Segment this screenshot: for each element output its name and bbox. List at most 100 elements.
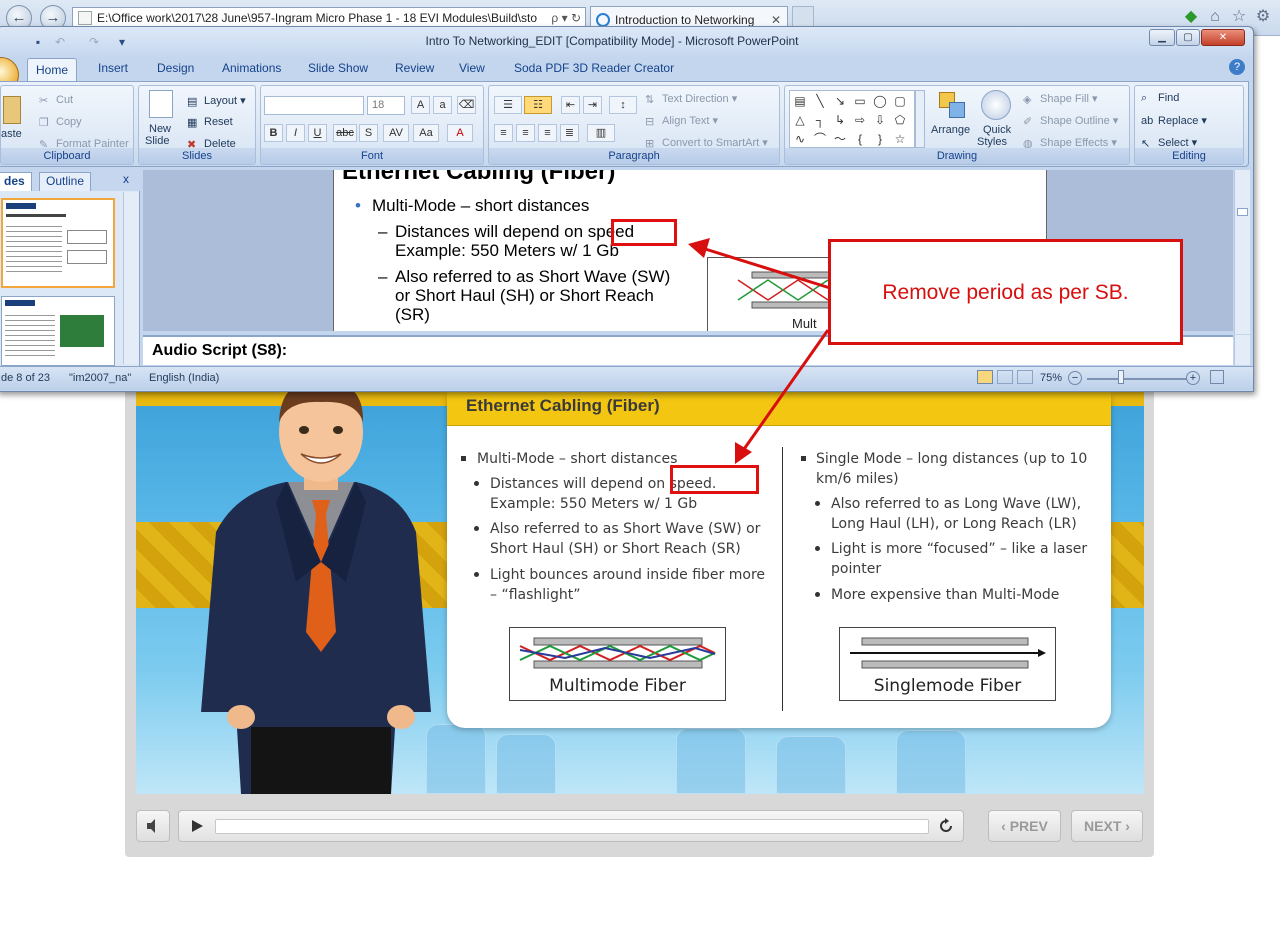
ppt-sub1-line1[interactable]: Distances will depend on speed [395, 222, 634, 241]
left-brace-icon[interactable]: { [852, 131, 868, 147]
home-icon[interactable]: ⌂ [1206, 8, 1224, 26]
shapes-gallery[interactable]: ▤ ╲ ↘ ▭ ◯ ▢ △ ┐ ↳ ⇨ ⇩ ⬠ ∿ ⌒ 〜 { } ☆ [789, 90, 915, 148]
new-slide-icon[interactable] [149, 90, 173, 118]
star-shape-icon[interactable]: ☆ [892, 131, 908, 147]
arrange-button[interactable]: Arrange [931, 124, 970, 136]
zoom-out-icon[interactable]: − [1068, 371, 1082, 385]
char-spacing-icon[interactable]: AV [383, 124, 409, 142]
new-slide-button-line2[interactable]: Slide [145, 135, 169, 147]
oval-shape-icon[interactable]: ◯ [872, 93, 888, 109]
clear-format-icon[interactable]: ⌫ [457, 96, 476, 114]
panel-scrollbar[interactable] [123, 192, 139, 364]
align-left-icon[interactable]: ≡ [494, 124, 513, 142]
close-panel-icon[interactable]: x [123, 172, 129, 186]
align-right-icon[interactable]: ≡ [538, 124, 557, 142]
bullets-icon[interactable]: ☰ [494, 96, 522, 114]
underline-icon[interactable]: U [308, 124, 327, 142]
rectangle-shape-icon[interactable]: ▭ [852, 93, 868, 109]
elbow-arrow-icon[interactable]: ↳ [832, 112, 848, 128]
extension-icon[interactable]: ◆ [1182, 8, 1200, 26]
font-size-combo[interactable]: 18 [367, 96, 405, 115]
curve-shape-icon[interactable]: ∿ [792, 131, 808, 147]
volume-button[interactable] [136, 810, 170, 842]
tab-review[interactable]: Review [395, 61, 434, 75]
scroll-thumb[interactable] [1237, 208, 1248, 216]
notes-scrollbar[interactable] [1234, 335, 1250, 365]
ppt-sub1-line2[interactable]: Example: 550 Meters w/ 1 Gb [395, 241, 619, 260]
maximize-icon[interactable]: ▢ [1176, 29, 1200, 46]
justify-icon[interactable]: ≣ [560, 124, 579, 142]
ppt-sub2-line3[interactable]: (SR) [395, 305, 430, 324]
strikethrough-icon[interactable]: abc [333, 124, 357, 142]
reset-button[interactable]: ▦ Reset [187, 116, 233, 129]
tab-animations[interactable]: Animations [222, 61, 281, 75]
help-icon[interactable]: ? [1229, 59, 1245, 75]
rounded-rect-shape-icon[interactable]: ▢ [892, 93, 908, 109]
tab-design[interactable]: Design [157, 61, 194, 75]
next-button[interactable]: NEXT › [1071, 810, 1143, 842]
tab-insert[interactable]: Insert [98, 61, 128, 75]
tab-view[interactable]: View [459, 61, 485, 75]
close-window-icon[interactable]: ✕ [1201, 29, 1245, 46]
arrange-icon[interactable] [937, 90, 967, 120]
sorter-view-icon[interactable] [997, 370, 1013, 384]
ppt-sub2-line2[interactable]: or Short Haul (SH) or Short Reach [395, 286, 654, 305]
zoom-slider[interactable] [1087, 378, 1187, 380]
prev-button[interactable]: ‹ PREV [988, 810, 1061, 842]
shapes-gallery-scroll[interactable] [915, 90, 925, 148]
seek-bar[interactable] [215, 819, 929, 834]
ppt-fiber-image[interactable]: Mult [707, 257, 837, 331]
normal-view-icon[interactable] [977, 370, 993, 384]
cut-button[interactable]: ✂ Cut [39, 94, 73, 107]
slide-thumbnail-8[interactable] [1, 198, 115, 288]
decrease-indent-icon[interactable]: ⇤ [561, 96, 580, 114]
language[interactable]: English (India) [149, 372, 219, 384]
shrink-font-icon[interactable]: a [433, 96, 452, 114]
layout-button[interactable]: ▤ Layout ▾ [187, 94, 246, 108]
italic-icon[interactable]: I [286, 124, 305, 142]
slide-thumbnail-9[interactable] [1, 296, 115, 366]
textbox-shape-icon[interactable]: ▤ [792, 93, 808, 109]
bold-icon[interactable]: B [264, 124, 283, 142]
right-arrow-shape-icon[interactable]: ⇨ [852, 112, 868, 128]
new-slide-button[interactable]: New [149, 123, 171, 135]
favorites-star-icon[interactable]: ☆ [1230, 8, 1248, 26]
notes-text[interactable]: Audio Script (S8): [152, 342, 287, 360]
zoom-in-icon[interactable]: + [1186, 371, 1200, 385]
tab-slide-show[interactable]: Slide Show [308, 61, 368, 75]
align-text-button[interactable]: ⊟ Align Text ▾ [645, 114, 718, 128]
text-direction-button[interactable]: ⇅ Text Direction ▾ [645, 92, 737, 106]
tab-home[interactable]: Home [27, 58, 77, 82]
quick-styles-button-line2[interactable]: Styles [977, 136, 1007, 148]
numbering-icon[interactable]: ☷ [524, 96, 552, 114]
paste-button[interactable]: aste [1, 128, 22, 140]
line-shape-icon[interactable]: ╲ [812, 93, 828, 109]
pentagon-shape-icon[interactable]: ⬠ [892, 112, 908, 128]
find-button[interactable]: ⌕ Find [1141, 92, 1179, 104]
address-tools[interactable]: ρ ▾ ↻ [547, 8, 581, 28]
shape-fill-button[interactable]: ◈ Shape Fill ▾ [1023, 92, 1098, 106]
replay-icon[interactable] [937, 817, 955, 835]
tools-gear-icon[interactable]: ⚙ [1254, 8, 1272, 26]
increase-indent-icon[interactable]: ⇥ [583, 96, 602, 114]
elbow-connector-icon[interactable]: ┐ [812, 112, 828, 128]
shadow-icon[interactable]: S [359, 124, 378, 142]
paste-icon[interactable] [3, 96, 21, 124]
ppt-sub2-line1[interactable]: Also referred to as Short Wave (SW) [395, 267, 670, 286]
font-color-icon[interactable]: A [447, 124, 473, 142]
tab-outline[interactable]: Outline [39, 172, 92, 191]
fit-slide-icon[interactable] [1210, 370, 1224, 384]
quick-styles-icon[interactable] [981, 90, 1011, 120]
play-icon[interactable] [190, 819, 204, 833]
line-spacing-icon[interactable]: ↕ [609, 96, 637, 114]
ppt-bullet-1[interactable]: Multi-Mode – short distances [372, 196, 589, 215]
copy-button[interactable]: ❐ Copy [39, 116, 82, 129]
arrow-line-shape-icon[interactable]: ↘ [832, 93, 848, 109]
tab-soda-pdf[interactable]: Soda PDF 3D Reader Creator [514, 61, 674, 75]
tab-slides[interactable]: des [0, 172, 32, 191]
shape-outline-button[interactable]: ✐ Shape Outline ▾ [1023, 114, 1118, 128]
font-name-combo[interactable] [264, 96, 364, 115]
zoom-slider-thumb[interactable] [1118, 370, 1124, 384]
replace-button[interactable]: ab Replace ▾ [1141, 114, 1207, 127]
grow-font-icon[interactable]: A [411, 96, 430, 114]
